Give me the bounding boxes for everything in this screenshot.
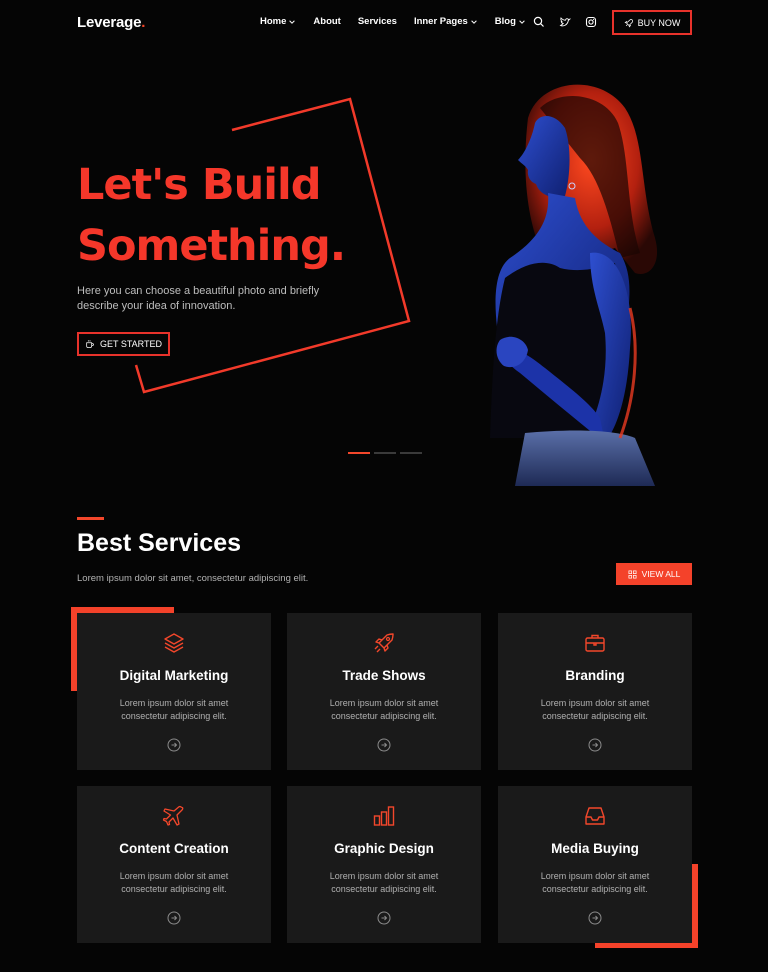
service-card-trade-shows[interactable]: Trade Shows Lorem ipsum dolor sit amet c… [287,613,481,770]
card-title: Trade Shows [342,668,426,683]
inbox-icon [585,807,605,825]
service-card-digital-marketing[interactable]: Digital Marketing Lorem ipsum dolor sit … [77,613,271,770]
briefcase-icon [585,634,605,652]
service-card-graphic-design[interactable]: Graphic Design Lorem ipsum dolor sit ame… [287,786,481,943]
services-title: Best Services [77,529,242,557]
grid-icon [628,570,637,578]
rocket-icon [374,633,394,653]
section-accent-bar [77,517,104,520]
coffee-cup-icon [86,340,94,348]
card-description: Lorem ipsum dolor sit amet consectetur a… [119,698,229,721]
hero-description: Here you can choose a beautiful photo an… [77,285,320,312]
service-card-media-buying[interactable]: Media Buying Lorem ipsum dolor sit amet … [498,786,692,943]
card-title: Branding [565,668,625,683]
slider-dot[interactable] [400,452,422,454]
hero-title: Let's Build Something. [77,160,346,271]
card-title: Digital Marketing [119,668,229,683]
layers-icon [164,633,184,653]
card-description: Lorem ipsum dolor sit amet consectetur a… [329,871,439,894]
services-subtitle: Lorem ipsum dolor sit amet, consectetur … [77,573,309,584]
card-title: Graphic Design [334,841,434,856]
airplane-icon [162,805,184,826]
slider-dot[interactable] [348,452,370,454]
arrow-right-circle-icon[interactable] [588,911,602,925]
card-description: Lorem ipsum dolor sit amet consectetur a… [119,871,229,894]
card-description: Lorem ipsum dolor sit amet consectetur a… [540,698,650,721]
arrow-right-circle-icon[interactable] [377,738,391,752]
view-all-button[interactable]: VIEW ALL [616,563,692,585]
card-description: Lorem ipsum dolor sit amet consectetur a… [540,871,650,894]
card-title: Content Creation [119,841,229,856]
arrow-right-circle-icon[interactable] [167,738,181,752]
decorative-accent [692,864,698,948]
service-card-branding[interactable]: Branding Lorem ipsum dolor sit amet cons… [498,613,692,770]
slider-dot[interactable] [374,452,396,454]
get-started-button[interactable]: GET STARTED [77,332,170,356]
arrow-right-circle-icon[interactable] [588,738,602,752]
arrow-right-circle-icon[interactable] [377,911,391,925]
bar-chart-icon [373,806,395,826]
hero-slider-dots [348,452,422,454]
arrow-right-circle-icon[interactable] [167,911,181,925]
card-title: Media Buying [551,841,639,856]
service-card-content-creation[interactable]: Content Creation Lorem ipsum dolor sit a… [77,786,271,943]
card-description: Lorem ipsum dolor sit amet consectetur a… [329,698,439,721]
hero-portrait-image [490,84,658,486]
